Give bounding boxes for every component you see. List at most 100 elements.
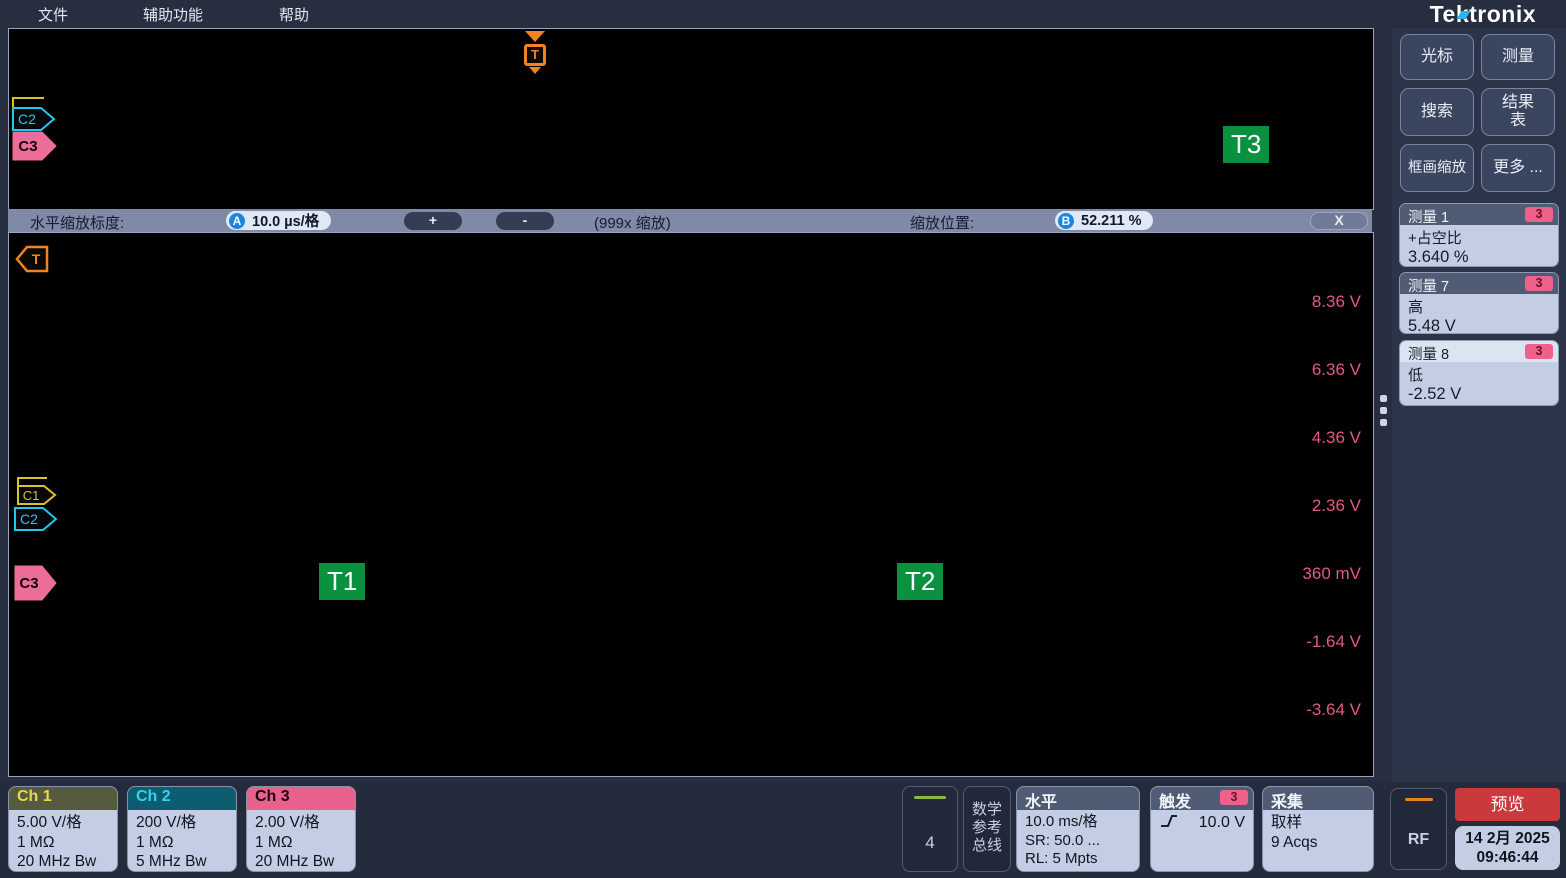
source-channel-badge: 3 xyxy=(1525,207,1553,222)
horizontal-header: 水平 xyxy=(1017,787,1139,810)
ch3-impedance: 1 MΩ xyxy=(255,833,347,853)
zoom-in-button[interactable]: + xyxy=(404,212,462,230)
voltage-label-2: 6.36 V xyxy=(1312,360,1361,380)
zoom-scale-text: 10.0 µs/格 xyxy=(252,210,319,231)
draw-box-zoom-button[interactable]: 框画缩放 xyxy=(1400,144,1474,192)
zoom-position-label: 缩放位置: xyxy=(910,212,974,233)
knob-b-icon: B xyxy=(1058,213,1074,229)
annotation-arrows xyxy=(9,233,1373,776)
results-table-button[interactable]: 结果 表 xyxy=(1481,88,1555,136)
trigger-source-badge: 3 xyxy=(1220,790,1248,805)
acquisition-mode: 取样 xyxy=(1271,813,1365,833)
trigger-level: 10.0 V xyxy=(1199,813,1245,833)
trigger-badge[interactable]: 触发 3 10.0 V xyxy=(1150,786,1254,872)
overview-waveform-panel[interactable]: C2 C3 T T3 xyxy=(8,28,1374,210)
handle-dot-icon xyxy=(1380,395,1387,402)
channel-3-badge[interactable]: Ch 3 2.00 V/格 1 MΩ 20 MHz Bw xyxy=(246,786,356,872)
ch1-scale: 5.00 V/格 xyxy=(17,813,109,833)
horizontal-scale: 10.0 ms/格 xyxy=(1025,813,1131,832)
search-button[interactable]: 搜索 xyxy=(1400,88,1474,136)
voltage-label-3: 4.36 V xyxy=(1312,428,1361,448)
zoom-scale-label: 水平缩放标度: xyxy=(30,212,124,233)
channel-flag-c3-overview[interactable]: C3 xyxy=(12,131,58,161)
source-channel-badge: 3 xyxy=(1525,344,1553,359)
measurement-title: 测量 7 xyxy=(1408,279,1449,295)
trigger-marker-overview[interactable]: T xyxy=(513,31,557,74)
sample-rate: SR: 50.0 ... xyxy=(1025,832,1131,851)
measurement-badge-8[interactable]: 测量 8 3 低 -2.52 V xyxy=(1399,340,1559,406)
voltage-label-7: -3.64 V xyxy=(1306,700,1361,720)
record-length: RL: 5 Mpts xyxy=(1025,850,1131,869)
knob-a-icon: A xyxy=(229,213,245,229)
overview-waveforms xyxy=(9,29,1373,209)
handle-dot-icon xyxy=(1380,419,1387,426)
tektronix-logo: Tektronix xyxy=(1430,1,1536,28)
measurement-badge-1[interactable]: 测量 1 3 +占空比 3.640 % xyxy=(1399,203,1559,267)
measurement-name: 低 xyxy=(1408,364,1550,385)
channel-3-header: Ch 3 xyxy=(247,787,355,810)
math-ref-bus-button[interactable]: 数学 参考 总线 xyxy=(963,786,1011,872)
menu-help[interactable]: 帮助 xyxy=(279,4,309,25)
menu-file[interactable]: 文件 xyxy=(38,4,68,25)
measure-button[interactable]: 测量 xyxy=(1481,34,1555,80)
trigger-marker-main[interactable]: T xyxy=(14,245,50,273)
zoom-position-value[interactable]: B 52.211 % xyxy=(1055,211,1153,230)
trigger-pointer-icon xyxy=(529,67,541,74)
preview-button[interactable]: 预览 xyxy=(1455,788,1560,821)
zoom-position-text: 52.211 % xyxy=(1081,213,1141,229)
measurement-title: 测量 1 xyxy=(1408,210,1449,226)
oscilloscope-app: 文件 辅助功能 帮助 Tektronix C2 C3 T T3 水平缩放标度: … xyxy=(0,0,1566,878)
voltage-label-4: 2.36 V xyxy=(1312,496,1361,516)
source-channel-badge: 3 xyxy=(1525,276,1553,291)
horizontal-badge[interactable]: 水平 10.0 ms/格 SR: 50.0 ... RL: 5 Mpts xyxy=(1016,786,1140,872)
voltage-label-6: -1.64 V xyxy=(1306,632,1361,652)
time-text: 09:46:44 xyxy=(1455,848,1560,867)
add-channel-4-button[interactable]: 4 xyxy=(902,786,958,872)
menu-bar: 文件 辅助功能 帮助 Tektronix xyxy=(0,0,1566,27)
results-panel-handle[interactable] xyxy=(1374,28,1392,782)
trigger-header: 触发 xyxy=(1159,794,1191,811)
ch4-accent-line xyxy=(914,796,946,799)
ch2-impedance: 1 MΩ xyxy=(136,833,228,853)
rf-button[interactable]: RF xyxy=(1390,788,1447,870)
trigger-t-icon: T xyxy=(524,44,546,66)
datetime-display: 14 2月 2025 09:46:44 xyxy=(1455,826,1560,870)
channel-2-header: Ch 2 xyxy=(128,787,236,810)
cursors-button[interactable]: 光标 xyxy=(1400,34,1474,80)
voltage-label-5: 360 mV xyxy=(1302,564,1361,584)
svg-text:T: T xyxy=(32,251,41,267)
measurement-value: 3.640 % xyxy=(1408,248,1550,267)
zoom-factor-label: (999x 缩放) xyxy=(594,212,671,233)
acquisition-badge[interactable]: 采集 取样 9 Acqs xyxy=(1262,786,1374,872)
zoom-scale-value[interactable]: A 10.0 µs/格 xyxy=(226,211,331,230)
measurement-badge-7[interactable]: 测量 7 3 高 5.48 V xyxy=(1399,272,1559,334)
ch1-bandwidth: 20 MHz Bw xyxy=(17,852,109,872)
ch1-impedance: 1 MΩ xyxy=(17,833,109,853)
rf-label: RF xyxy=(1391,831,1446,849)
channel-1-header: Ch 1 xyxy=(9,787,117,810)
zoom-waveform-display[interactable]: T C1 C2 C3 8.36 V 6.36 V 4.36 V 2.36 V 3… xyxy=(8,232,1374,777)
voltage-label-1: 8.36 V xyxy=(1312,292,1361,312)
measurement-value: -2.52 V xyxy=(1408,385,1550,404)
measurement-name: +占空比 xyxy=(1408,227,1550,248)
measurement-name: 高 xyxy=(1408,296,1550,317)
bottom-status-bar: Ch 1 5.00 V/格 1 MΩ 20 MHz Bw Ch 2 200 V/… xyxy=(0,782,1566,878)
menu-utility[interactable]: 辅助功能 xyxy=(143,4,203,25)
annotation-t1: T1 xyxy=(319,563,365,600)
more-button[interactable]: 更多 ... xyxy=(1481,144,1555,192)
rf-accent-line xyxy=(1405,798,1433,801)
zoom-control-bar: 水平缩放标度: A 10.0 µs/格 + - (999x 缩放) 缩放位置: … xyxy=(8,209,1372,232)
measurement-value: 5.48 V xyxy=(1408,317,1550,334)
acquisition-count: 9 Acqs xyxy=(1271,833,1365,853)
ch2-bandwidth: 5 MHz Bw xyxy=(136,852,228,872)
zoom-close-button[interactable]: X xyxy=(1310,212,1368,230)
rising-edge-icon xyxy=(1159,813,1179,830)
annotation-t2: T2 xyxy=(897,563,943,600)
ch3-scale: 2.00 V/格 xyxy=(255,813,347,833)
channel-2-badge[interactable]: Ch 2 200 V/格 1 MΩ 5 MHz Bw xyxy=(127,786,237,872)
ch2-scale: 200 V/格 xyxy=(136,813,228,833)
channel-flag-c2-overview[interactable]: C2 xyxy=(12,107,56,131)
zoom-out-button[interactable]: - xyxy=(496,212,554,230)
channel-1-badge[interactable]: Ch 1 5.00 V/格 1 MΩ 20 MHz Bw xyxy=(8,786,118,872)
ch4-label: 4 xyxy=(903,833,957,853)
